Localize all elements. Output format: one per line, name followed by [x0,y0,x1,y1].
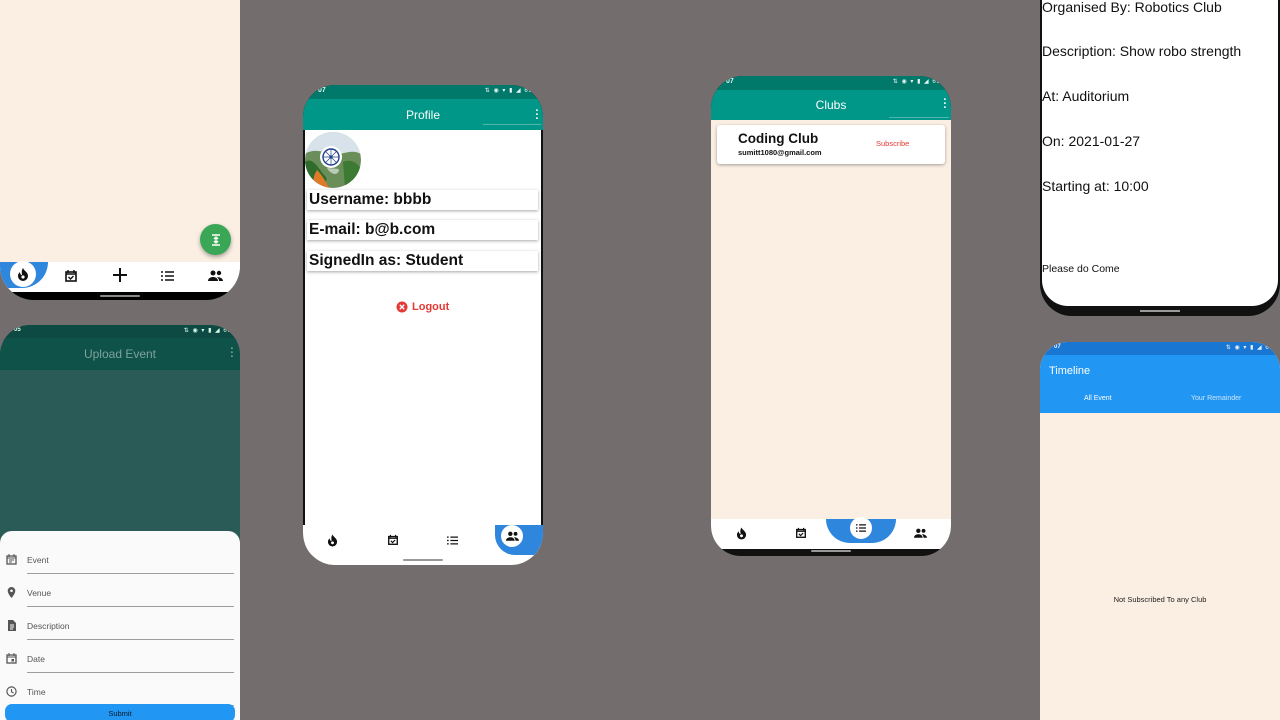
gesture-bar [1140,310,1180,312]
app-bar: Timeline All Event Your Remainder [1040,355,1280,413]
app-bar: Clubs [711,90,951,120]
clock-icon [6,686,17,697]
status-bar: 05 ⇅ ◉ ▾ ▮ ◢ 63 [0,325,240,338]
date-field[interactable]: Date [0,644,240,677]
gesture-bar [811,550,851,552]
overflow-menu-icon[interactable]: · · · [230,344,234,363]
status-bar: 07 ⇅ ◉ ▾ ▮ ◢ 63 [1040,342,1280,355]
page-title: Clubs [815,98,847,112]
club-card[interactable]: Coding Club sumitt1080@gmail.com Subscri… [717,125,945,164]
timeline-panel: 07 ⇅ ◉ ▾ ▮ ◢ 63 Timeline All Event Your … [1040,342,1280,720]
clubs-body [711,120,951,520]
nav-home-button[interactable] [10,261,36,287]
event-note-icon [6,554,17,565]
club-name: Coding Club [738,131,819,146]
app-bar: Profile [303,99,543,130]
location-pin-icon [6,587,17,598]
people-icon[interactable] [208,270,223,281]
list-icon[interactable] [161,271,174,281]
submit-button[interactable]: Submit [5,704,235,720]
note-text: Please do Come [1042,263,1120,275]
signed-in-as-card: SignedIn as: Student [307,251,538,271]
description-field[interactable]: Description [0,611,240,644]
fire-icon[interactable] [736,527,747,540]
field-underline [27,606,234,607]
status-icons: ⇅ ◉ ▾ ▮ ◢ 63 [484,88,533,94]
tab-all-event[interactable]: All Event [1084,395,1112,402]
logout-label: Logout [412,301,450,313]
field-underline [27,672,234,673]
status-bar: 07 ⇅ ◉ ▾ ▮ ◢ 63 [711,76,951,90]
home-screen-panel [0,0,240,300]
empty-state-message: Not Subscribed To any Club [1113,595,1207,604]
field-underline [27,639,234,640]
username-card: Username: bbbb [307,190,538,210]
clubs-phone: 07 ⇅ ◉ ▾ ▮ ◢ 63 Clubs · · · Coding Club su… [711,76,951,556]
status-icons: ⇅ ◉ ▾ ▮ ◢ 63 [892,79,941,85]
venue-text: At: Auditorium [1042,88,1130,104]
status-bar: 07 ⇅ ◉ ▾ ▮ ◢ 63 [303,85,543,99]
organised-by-text: Organised By: Robotics Club [1042,0,1222,15]
venue-field-label: Venue [27,588,52,598]
people-icon[interactable] [914,528,927,538]
status-time: 07 [1054,344,1061,350]
status-icons: ⇅ ◉ ▾ ▮ ◢ 63 [1225,345,1274,351]
upload-event-panel: 05 ⇅ ◉ ▾ ▮ ◢ 63 Upload Event · · · Event V… [0,325,240,720]
email-card: E-mail: b@b.com [307,220,538,240]
field-underline [27,573,234,574]
nav-profile-button[interactable] [501,525,523,547]
event-check-icon[interactable] [387,534,399,546]
appbar-underline [483,124,541,125]
event-field-label: Event [27,555,49,565]
active-tab-indicator [1040,411,1160,413]
status-time: 07 [318,87,326,94]
status-icons: ⇅ ◉ ▾ ▮ ◢ 63 [183,328,232,334]
event-detail-screen: Organised By: Robotics Club Description:… [1042,0,1278,306]
description-text: Description: Show robo strength [1042,43,1242,59]
list-icon[interactable] [447,536,458,545]
description-icon [6,620,17,631]
time-field-label: Time [27,687,46,697]
date-text: On: 2021-01-27 [1042,133,1141,149]
fab-button[interactable] [200,224,231,255]
page-title: Timeline [1049,365,1091,377]
profile-phone: 07 ⇅ ◉ ▾ ▮ ◢ 63 Profile · · · Username: bb… [303,85,543,565]
subscribe-button[interactable]: Subscribe [876,139,909,148]
event-check-icon[interactable] [64,269,78,283]
club-email: sumitt1080@gmail.com [738,148,822,157]
vertical-align-center-icon [209,233,223,247]
avatar [305,132,361,188]
overflow-menu-icon[interactable]: · · · [943,95,947,114]
status-time: 07 [726,78,734,85]
people-icon [505,531,519,541]
date-field-label: Date [27,654,45,664]
status-time: 05 [14,327,21,333]
start-time-text: Starting at: 10:00 [1042,178,1149,194]
gesture-bar [100,295,140,297]
venue-field[interactable]: Venue [0,578,240,611]
description-field-label: Description [27,621,70,631]
logout-button[interactable]: Logout [396,301,449,313]
event-check-icon[interactable] [795,527,807,539]
plus-icon[interactable] [112,267,128,283]
fire-icon[interactable] [327,534,338,547]
overflow-menu-icon[interactable]: · · · [535,106,539,125]
cancel-circle-icon [396,301,408,313]
tab-your-remainder[interactable]: Your Remainder [1191,395,1241,402]
event-detail-panel: Organised By: Robotics Club Description:… [1040,0,1280,316]
appbar-underline [889,117,949,118]
list-icon [856,524,866,532]
gesture-bar [403,559,443,561]
fire-icon [17,267,29,281]
page-title: Profile [405,107,440,122]
calendar-icon [6,653,17,664]
nav-clubs-button[interactable] [850,517,872,539]
event-field[interactable]: Event [0,545,240,578]
app-bar: Upload Event [0,338,240,370]
page-title: Upload Event [83,347,157,361]
upload-form-sheet: Event Venue Description Date Time [0,531,240,720]
